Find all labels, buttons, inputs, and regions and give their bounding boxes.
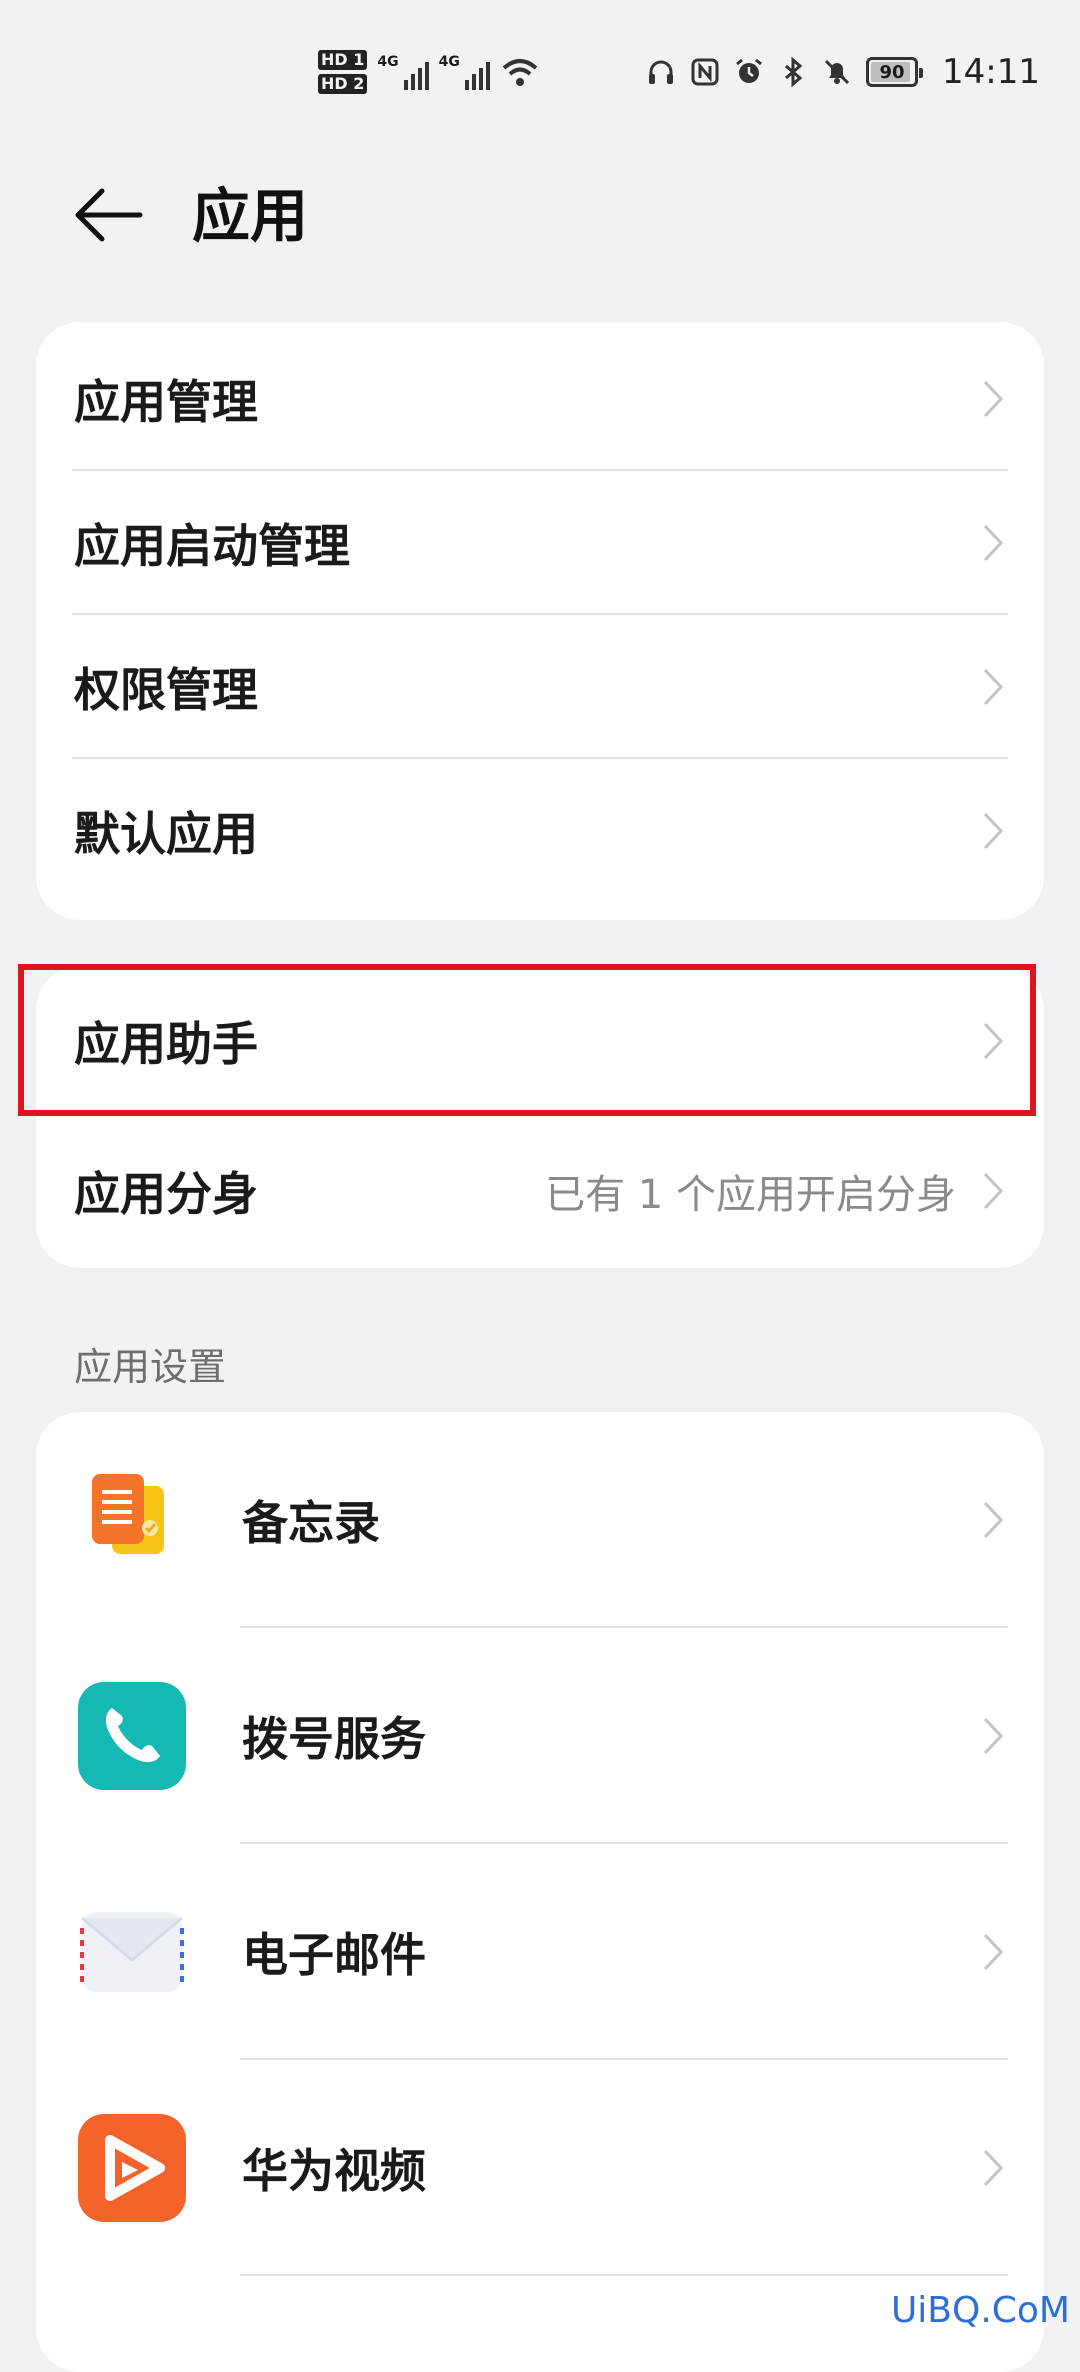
chevron-right-icon: [983, 1501, 1004, 1539]
signal-icon: 4G: [439, 54, 490, 90]
system-status: 90 14:11: [646, 52, 1040, 92]
chevron-right-icon: [983, 1172, 1004, 1210]
header: 应用: [0, 170, 1080, 260]
phone-app-icon: [78, 1682, 186, 1790]
app-item-video[interactable]: 华为视频: [36, 2060, 1044, 2276]
chevron-right-icon: [983, 2149, 1004, 2187]
list-item-label: 应用启动管理: [74, 519, 350, 573]
back-arrow-icon[interactable]: [70, 180, 150, 250]
battery-level: 90: [879, 61, 905, 83]
list-item-app-launch[interactable]: 应用启动管理: [36, 471, 1044, 615]
divider: [240, 2274, 1008, 2276]
page-title: 应用: [192, 182, 309, 250]
list-item-label: 应用分身: [74, 1167, 258, 1221]
chevron-right-icon: [983, 668, 1004, 706]
section-title: 应用设置: [74, 1345, 227, 1389]
mute-icon: [824, 59, 850, 85]
list-item-label: 默认应用: [74, 807, 258, 861]
status-bar: HD 1 HD 2 4G 4G 90 14:11: [0, 0, 1080, 150]
email-app-icon: [80, 1912, 184, 1992]
list-item-app-twin[interactable]: 应用分身 已有 1 个应用开启分身: [36, 1116, 1044, 1266]
list-item-label: 华为视频: [242, 2144, 426, 2198]
hd-indicator: HD 1 HD 2: [318, 50, 368, 94]
app-item-notes[interactable]: 备忘录: [36, 1412, 1044, 1628]
video-app-icon: [78, 2114, 186, 2222]
list-item-label: 拨号服务: [242, 1712, 426, 1766]
app-settings-card: 备忘录 拨号服务 电子邮件 华为视频: [36, 1412, 1044, 2372]
net1-label: 4G: [377, 54, 399, 70]
list-item-label: 电子邮件: [242, 1928, 426, 1982]
chevron-right-icon: [983, 812, 1004, 850]
nfc-icon: [691, 58, 719, 86]
watermark: UiBQ.CoM: [890, 2290, 1070, 2331]
signal-icon: 4G: [377, 54, 429, 90]
chevron-right-icon: [983, 524, 1004, 562]
list-item-label: 备忘录: [242, 1496, 380, 1550]
app-item-dialer[interactable]: 拨号服务: [36, 1628, 1044, 1844]
chevron-right-icon: [983, 1933, 1004, 1971]
list-item-value: 已有 1 个应用开启分身: [545, 1172, 956, 1218]
network-status: HD 1 HD 2 4G 4G: [318, 50, 540, 94]
headphones-icon: [649, 60, 674, 84]
chevron-right-icon: [983, 380, 1004, 418]
list-item-permissions[interactable]: 权限管理: [36, 615, 1044, 759]
highlight-box: [18, 964, 1036, 1116]
app-item-email[interactable]: 电子邮件: [36, 1844, 1044, 2060]
notes-app-icon: [92, 1474, 164, 1554]
list-item-default-apps[interactable]: 默认应用: [36, 759, 1044, 903]
list-item-label: 应用管理: [74, 375, 258, 429]
wifi-icon: [502, 59, 538, 86]
clock: 14:11: [942, 52, 1040, 92]
net2-label: 4G: [438, 54, 460, 70]
hd1-label: HD 1: [318, 50, 368, 70]
list-item-app-management[interactable]: 应用管理: [36, 327, 1044, 471]
hd2-label: HD 2: [318, 74, 368, 94]
list-item-label: 权限管理: [74, 663, 258, 717]
settings-card-main: 应用管理 应用启动管理 权限管理 默认应用: [36, 322, 1044, 920]
chevron-right-icon: [983, 1717, 1004, 1755]
bluetooth-icon: [785, 57, 803, 87]
alarm-icon: [736, 58, 762, 83]
battery-indicator: 90: [866, 57, 924, 87]
